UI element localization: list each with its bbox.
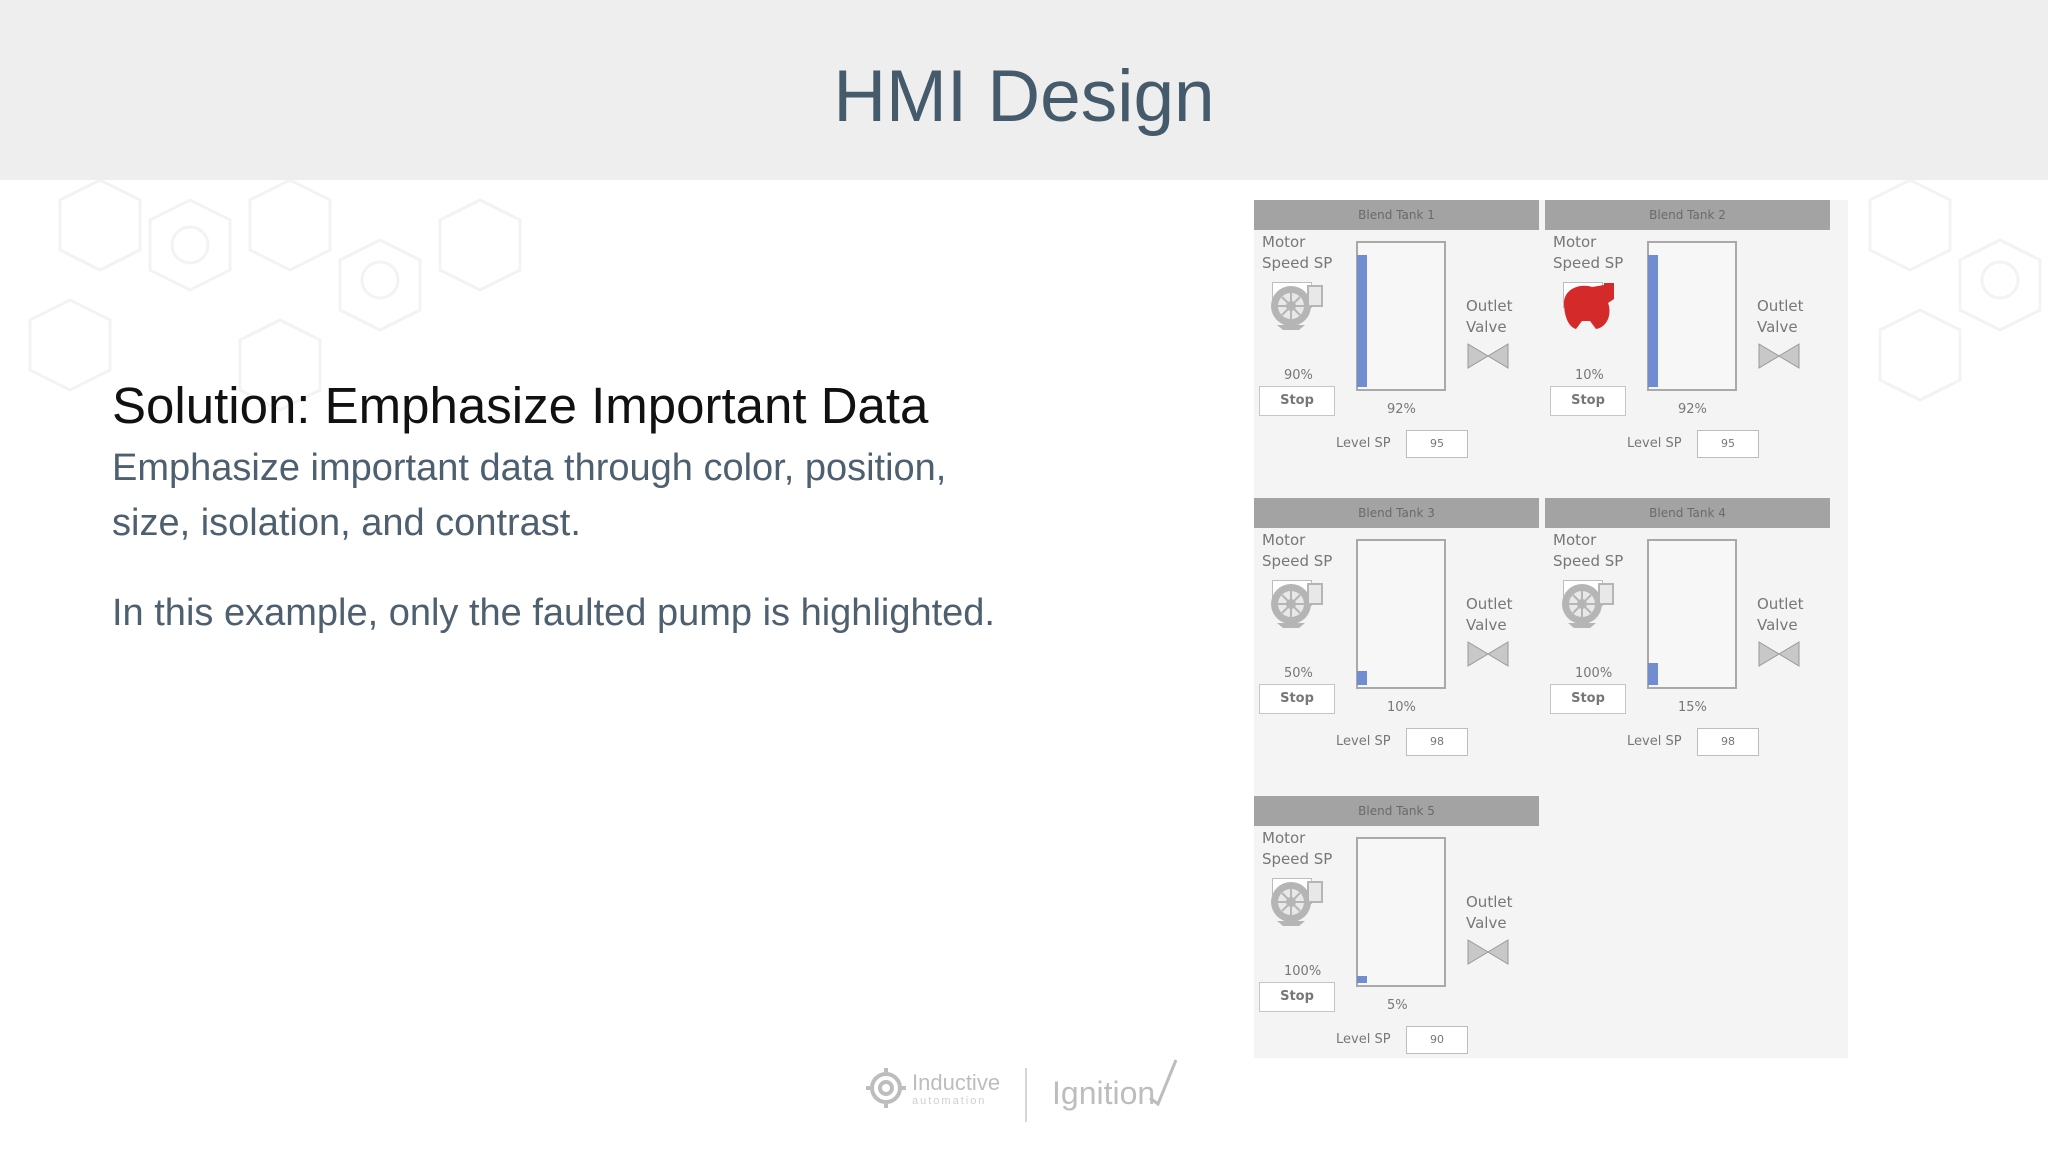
stop-button[interactable]: Stop [1550,386,1626,416]
motor-percent: 50% [1284,666,1313,681]
paragraph-emphasize: Emphasize important data through color, … [112,447,947,544]
level-sp-label: Level SP [1336,1032,1391,1047]
speed-sp-label: Speed SP [1262,552,1333,570]
motor-percent: 100% [1284,964,1322,979]
tank-title: Blend Tank 3 [1254,498,1539,528]
outlet-valve-icon[interactable] [1466,640,1510,668]
speed-sp-label: Speed SP [1262,850,1333,868]
tank-title: Blend Tank 1 [1254,200,1539,230]
tank-panel-3: Blend Tank 3MotorSpeed SP9050%Stop10%Out… [1254,498,1539,776]
motor-label: Motor [1553,233,1597,251]
outlet-label: Outlet [1466,297,1513,315]
tank-panel-1: Blend Tank 1MotorSpeed SP9090%Stop92%Out… [1254,200,1539,478]
pump-icon[interactable] [1269,281,1327,331]
level-percent: 10% [1387,700,1416,715]
tank-panel-4: Blend Tank 4MotorSpeed SP90100%Stop15%Ou… [1545,498,1830,776]
ignition-logo: Ignition [1052,1059,1178,1111]
stop-button[interactable]: Stop [1550,684,1626,714]
tank-title: Blend Tank 2 [1545,200,1830,230]
logo1-main: Inductive [912,1070,1000,1095]
outlet-label: Outlet [1466,595,1513,613]
level-sp-input[interactable]: 90 [1406,1026,1468,1054]
tank-vessel [1356,837,1446,987]
tank-level-bar [1648,663,1658,685]
valve-label: Valve [1757,318,1798,336]
motor-percent: 10% [1575,368,1604,383]
title-bar: HMI Design [0,0,2048,180]
motor-label: Motor [1262,531,1306,549]
level-sp-label: Level SP [1627,436,1682,451]
tank-title: Blend Tank 4 [1545,498,1830,528]
logo2-text: Ignition [1052,1075,1155,1111]
valve-label: Valve [1466,914,1507,932]
solution-heading: Solution: Emphasize Important Data [112,377,929,434]
tank-vessel [1647,539,1737,689]
valve-label: Valve [1466,616,1507,634]
tank-level-bar [1357,671,1367,685]
valve-label: Valve [1757,616,1798,634]
pump-icon[interactable] [1269,877,1327,927]
level-sp-input[interactable]: 98 [1406,728,1468,756]
level-percent: 92% [1678,402,1707,417]
stop-button[interactable]: Stop [1259,684,1335,714]
level-sp-input[interactable]: 98 [1697,728,1759,756]
level-sp-input[interactable]: 95 [1697,430,1759,458]
tank-title: Blend Tank 5 [1254,796,1539,826]
speed-sp-label: Speed SP [1553,254,1624,272]
level-percent: 92% [1387,402,1416,417]
tank-vessel [1356,241,1446,391]
pump-faulted-icon[interactable] [1560,281,1618,331]
tank-vessel [1356,539,1446,689]
motor-label: Motor [1262,829,1306,847]
valve-label: Valve [1466,318,1507,336]
level-percent: 5% [1387,998,1408,1013]
level-sp-label: Level SP [1336,734,1391,749]
outlet-valve-icon[interactable] [1757,640,1801,668]
stop-button[interactable]: Stop [1259,386,1335,416]
motor-percent: 90% [1284,368,1313,383]
level-percent: 15% [1678,700,1707,715]
slide-title: HMI Design [833,56,1215,137]
outlet-label: Outlet [1466,893,1513,911]
logo-divider [1025,1068,1027,1122]
motor-label: Motor [1262,233,1306,251]
tank-level-bar [1357,976,1367,983]
tank-vessel [1647,241,1737,391]
paragraph-example: In this example, only the faulted pump i… [112,592,995,634]
tank-panel-2: Blend Tank 2MotorSpeed SP9010%Stop92%Out… [1545,200,1830,478]
tank-panel-5: Blend Tank 5 Motor Speed SP 90 100% Stop 5% Out… [1254,796,1539,1074]
outlet-valve-icon[interactable] [1757,342,1801,370]
tank-level-bar [1357,255,1367,387]
inductive-automation-logo: Inductive automation [866,1068,1000,1108]
motor-label: Motor [1553,531,1597,549]
level-sp-label: Level SP [1336,436,1391,451]
pump-icon[interactable] [1560,579,1618,629]
logo1-sub: automation [912,1095,986,1107]
hmi-screenshot: Blend Tank 1 Motor Speed SP 90 90% Stop 92% Out… [1254,200,1848,1058]
speed-sp-label: Speed SP [1262,254,1333,272]
stop-button[interactable]: Stop [1259,982,1335,1012]
level-sp-label: Level SP [1627,734,1682,749]
outlet-valve-icon[interactable] [1466,342,1510,370]
outlet-label: Outlet [1757,297,1804,315]
outlet-label: Outlet [1757,595,1804,613]
pump-icon[interactable] [1269,579,1327,629]
level-sp-input[interactable]: 95 [1406,430,1468,458]
tank-level-bar [1648,255,1658,387]
outlet-valve-icon[interactable] [1466,938,1510,966]
motor-percent: 100% [1575,666,1613,681]
speed-sp-label: Speed SP [1553,552,1624,570]
